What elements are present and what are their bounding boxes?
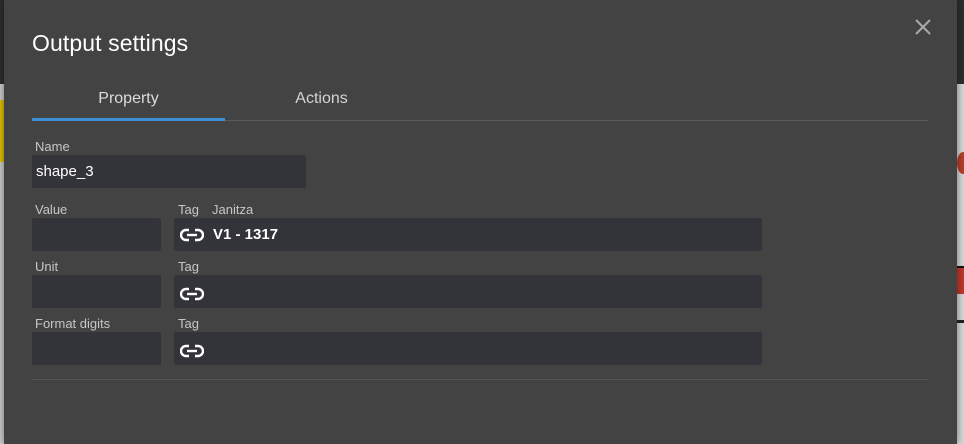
format-digits-field[interactable] [32, 332, 161, 365]
close-icon [915, 19, 931, 35]
name-label: Name [35, 139, 70, 154]
background-red-shape [957, 152, 964, 174]
name-field[interactable]: shape_3 [32, 155, 306, 188]
dialog-title: Output settings [32, 30, 189, 56]
format-digits-tag-label: Tag [178, 316, 199, 331]
tab-bar: Property Actions [32, 82, 928, 121]
value-tag-source: Janitza [212, 202, 254, 217]
format-digits-label: Format digits [35, 316, 111, 331]
format-digits-tag-field[interactable] [174, 332, 762, 365]
value-tag-label: Tag [178, 202, 199, 217]
unit-field[interactable] [32, 275, 161, 308]
value-field[interactable] [32, 218, 161, 251]
unit-label: Unit [35, 259, 59, 274]
tab-property[interactable]: Property [32, 82, 225, 121]
link-icon[interactable] [180, 344, 204, 358]
unit-tag-label: Tag [178, 259, 199, 274]
value-label: Value [35, 202, 68, 217]
value-tag-field[interactable]: V1 - 1317 [174, 218, 762, 251]
name-value: shape_3 [36, 163, 94, 180]
tab-actions[interactable]: Actions [225, 82, 418, 118]
footer-divider [32, 379, 928, 380]
link-icon[interactable] [180, 287, 204, 301]
value-tag-value: V1 - 1317 [213, 226, 279, 243]
unit-tag-field[interactable] [174, 275, 762, 308]
close-button[interactable] [910, 14, 936, 40]
background-red-bar [956, 266, 964, 294]
link-icon[interactable] [180, 228, 204, 242]
output-settings-dialog: Output settings Property Actions Name sh… [4, 0, 957, 444]
